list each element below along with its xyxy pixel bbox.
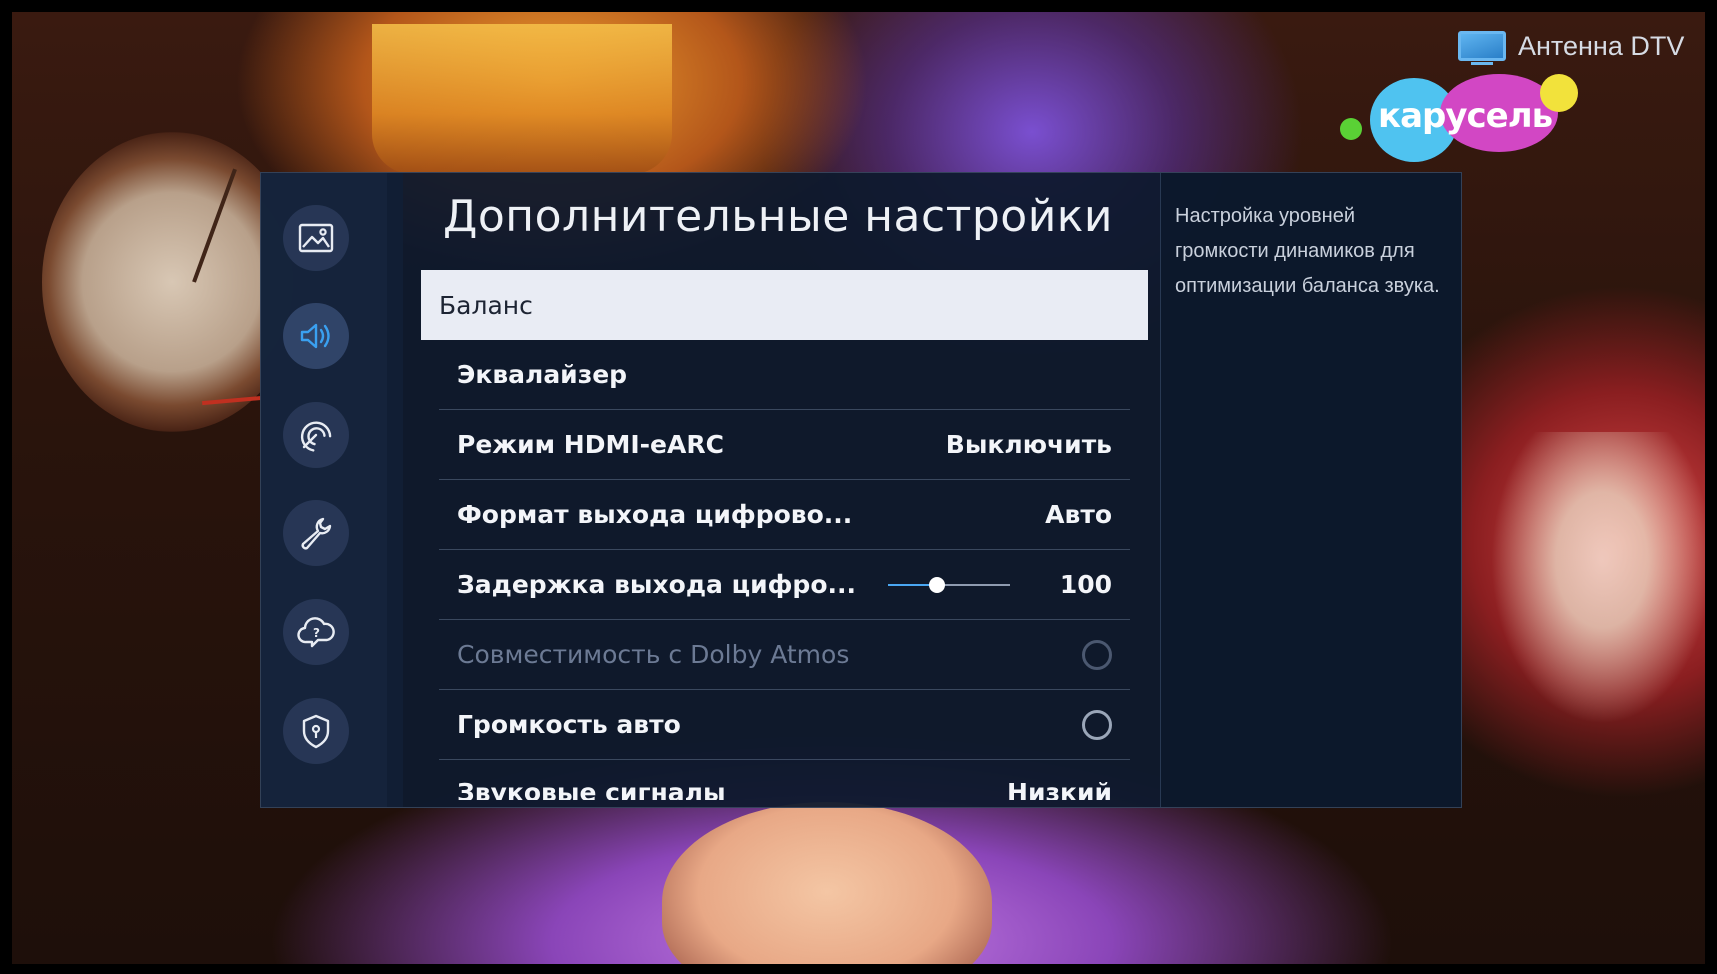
background-character [662, 802, 992, 964]
menu-item-balance[interactable]: Баланс [421, 270, 1148, 340]
menu-item-label: Задержка выхода цифро... [457, 570, 856, 599]
channel-source: Антенна DTV [1458, 28, 1685, 65]
svg-text:?: ? [313, 626, 320, 640]
tv-antenna-icon [1458, 31, 1506, 65]
menu-item-label: Громкость авто [457, 710, 681, 739]
menu-item-value: Авто [1045, 500, 1112, 529]
menu-item-sound-signals[interactable]: Звуковые сигналы Низкий [439, 760, 1130, 800]
dolby-atmos-toggle [1082, 639, 1112, 670]
nav-support-button[interactable]: ? [283, 599, 349, 665]
menu-item-value: Низкий [1007, 778, 1112, 800]
delay-slider[interactable] [887, 576, 1010, 593]
settings-menu-list: Баланс Эквалайзер Режим HDMI-eARC Выключ… [421, 270, 1148, 800]
menu-item-digital-output-format[interactable]: Формат выхода цифрово... Авто [439, 480, 1130, 550]
shield-icon [302, 714, 330, 749]
menu-item-label: Эквалайзер [457, 360, 628, 389]
description-text: Настройка уровней громкости динамиков дл… [1175, 205, 1440, 297]
picture-icon [298, 223, 334, 253]
background-stage [1472, 432, 1705, 752]
menu-item-value: 100 [1059, 570, 1112, 599]
menu-item-hdmi-earc[interactable]: Режим HDMI-eARC Выключить [439, 410, 1130, 480]
help-cloud-icon: ? [297, 617, 335, 648]
page-title: Дополнительные настройки [443, 191, 1113, 242]
broadcast-icon [300, 421, 332, 452]
menu-item-value: Выключить [945, 430, 1112, 459]
wrench-icon [301, 517, 332, 550]
sound-icon [300, 323, 330, 349]
menu-item-label: Формат выхода цифрово... [457, 500, 853, 529]
nav-privacy-button[interactable] [283, 698, 349, 764]
nav-general-button[interactable] [283, 500, 349, 566]
channel-source-label: Антенна DTV [1518, 30, 1685, 61]
settings-menu-area: Дополнительные настройки Баланс Эквалайз… [403, 173, 1160, 807]
settings-panel: ? Дополнительные настройки Баланс Эквала… [260, 172, 1462, 808]
menu-item-equalizer[interactable]: Эквалайзер [439, 340, 1130, 410]
menu-item-label: Звуковые сигналы [457, 778, 726, 800]
logo-dot-green [1340, 118, 1362, 140]
menu-item-dolby-atmos: Совместимость с Dolby Atmos [439, 620, 1130, 690]
settings-nav-rail: ? [261, 173, 403, 807]
background-clock-hand [192, 168, 237, 283]
channel-logo: карусель [1340, 70, 1590, 162]
menu-item-label: Совместимость с Dolby Atmos [457, 640, 850, 669]
menu-item-digital-output-delay[interactable]: Задержка выхода цифро... 100 [439, 550, 1130, 620]
nav-sound-button[interactable] [283, 303, 349, 369]
description-panel: Настройка уровней громкости динамиков дл… [1160, 173, 1461, 807]
menu-item-auto-volume[interactable]: Громкость авто [439, 690, 1130, 760]
nav-broadcast-button[interactable] [283, 402, 349, 468]
channel-logo-text: карусель [1378, 96, 1553, 136]
delay-slider-knob[interactable] [928, 576, 945, 593]
background-lamp [372, 24, 672, 174]
auto-volume-toggle[interactable] [1082, 709, 1112, 740]
menu-item-label: Режим HDMI-eARC [457, 430, 724, 459]
nav-picture-button[interactable] [283, 205, 349, 271]
menu-item-label: Баланс [439, 290, 533, 320]
